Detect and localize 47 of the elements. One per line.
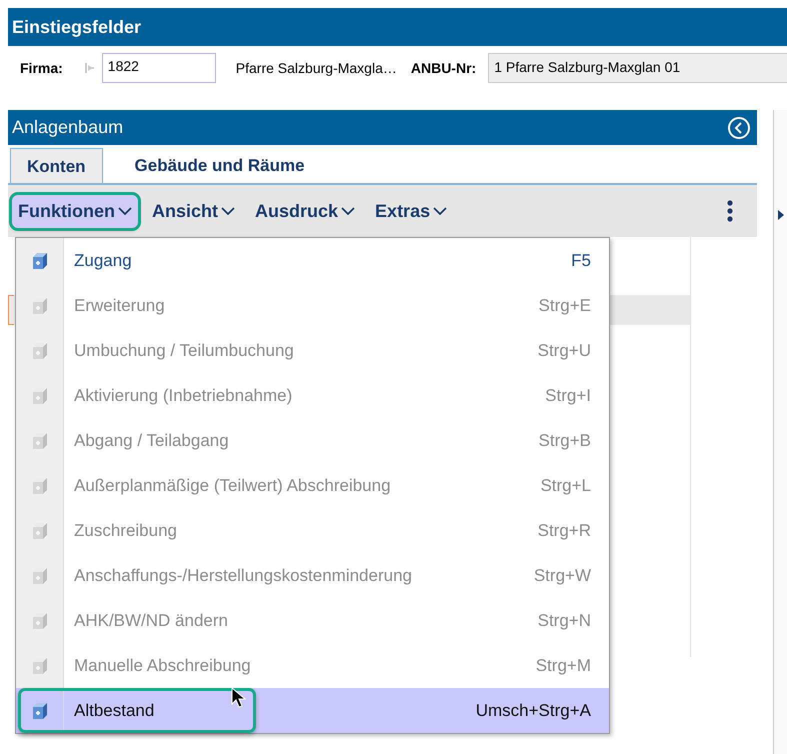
cube-icon xyxy=(30,386,48,404)
field-label: ANBU-Nr: xyxy=(410,60,476,76)
company-input[interactable]: 1822 xyxy=(102,53,216,83)
shortcut-text: Strg+E xyxy=(538,296,592,316)
cursor-icon xyxy=(231,687,247,709)
menu-button[interactable]: Funktionen xyxy=(12,194,138,228)
shortcut-text: Strg+B xyxy=(538,430,592,450)
shortcut-text: Strg+M xyxy=(536,656,592,676)
arrow-icon xyxy=(778,210,786,220)
cube-icon xyxy=(30,702,48,720)
section-header: Einstiegsfelder xyxy=(8,8,787,46)
menu-button[interactable]: Extras xyxy=(369,194,454,228)
anbu-field[interactable]: 1 Pfarre Salzburg-Maxglan 01 xyxy=(488,53,787,83)
cube-icon xyxy=(30,612,48,630)
more-icon[interactable] xyxy=(727,200,733,222)
collapse-icon[interactable] xyxy=(727,116,751,140)
pin-icon xyxy=(84,63,94,73)
tab[interactable]: Konten xyxy=(10,148,103,183)
tab[interactable]: Gebäude und Räume xyxy=(118,148,321,183)
menu-item[interactable]: Zugang F5 xyxy=(16,238,609,283)
cube-icon xyxy=(30,656,48,674)
shortcut-text: Strg+I xyxy=(545,386,592,406)
shortcut-text: Strg+R xyxy=(538,520,592,540)
shortcut-text: F5 xyxy=(571,250,592,270)
caret-icon xyxy=(118,206,132,216)
caret-icon xyxy=(221,206,236,216)
cube-icon xyxy=(30,566,48,584)
field-label: Firma: xyxy=(20,60,63,76)
shortcut-text: Strg+W xyxy=(534,566,592,586)
shortcut-text: Umsch+Strg+A xyxy=(476,700,592,720)
caret-icon xyxy=(433,206,448,216)
shortcut-text: Strg+L xyxy=(540,476,592,496)
cube-icon xyxy=(30,432,48,450)
menu-button[interactable]: Ansicht xyxy=(146,194,242,228)
company-name: Pfarre Salzburg-Maxgla… xyxy=(236,60,397,76)
caret-icon xyxy=(341,206,356,216)
shortcut-text: Strg+N xyxy=(538,610,592,630)
cube-icon xyxy=(30,252,48,270)
cube-icon xyxy=(30,296,48,314)
panel-title: Anlagenbaum xyxy=(12,117,124,138)
cube-icon xyxy=(30,522,48,540)
menu-item[interactable]: Altbestand Umsch+Strg+A xyxy=(16,688,609,733)
row-marker xyxy=(8,295,14,325)
shortcut-text: Strg+U xyxy=(538,340,592,360)
cube-icon xyxy=(30,342,48,360)
menu-button[interactable]: Ausdruck xyxy=(249,194,362,228)
cube-icon xyxy=(30,476,48,494)
